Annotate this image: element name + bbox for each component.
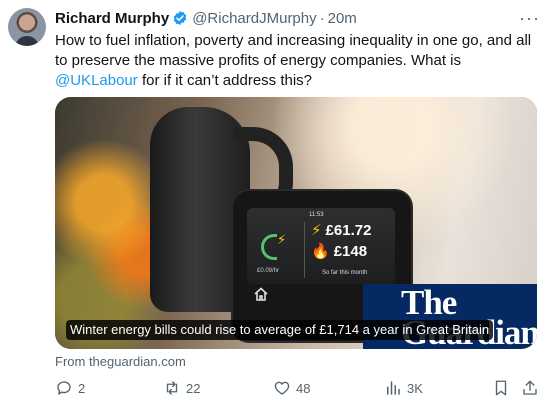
reply-count: 2 <box>78 380 86 396</box>
like-count: 48 <box>296 380 311 396</box>
screen-period: So far this month <box>322 270 368 276</box>
reply-icon <box>57 381 71 395</box>
views-button[interactable]: 3K <box>384 379 423 397</box>
views-count: 3K <box>407 380 423 396</box>
smart-meter-screen: 11:53 ⚡ £0.09/hr ⚡ £61.72 🔥 £148 So far th… <box>247 208 395 284</box>
share-button[interactable] <box>521 379 544 397</box>
bookmark-icon <box>495 380 507 396</box>
screen-gas-cost: £148 <box>333 243 368 260</box>
card-caption: Winter energy bills could rise to averag… <box>66 320 494 340</box>
repost-icon <box>166 381 178 395</box>
more-icon[interactable]: ··· <box>519 8 540 29</box>
electricity-icon: ⚡ <box>311 222 322 239</box>
tweet-header: Richard Murphy @RichardJMurphy · 20m ··· <box>55 8 540 28</box>
screen-time: 11:53 <box>309 212 324 218</box>
tweet-text-part: How to fuel inflation, poverty and incre… <box>55 32 532 69</box>
repost-count: 22 <box>186 380 201 396</box>
bookmark-button[interactable] <box>492 379 515 397</box>
separator-dot: · <box>319 9 325 27</box>
author-name[interactable]: Richard Murphy <box>55 10 169 27</box>
home-icon <box>254 287 268 301</box>
link-card[interactable]: 11:53 ⚡ £0.09/hr ⚡ £61.72 🔥 £148 So far th… <box>55 97 537 349</box>
meter-arc-icon <box>261 234 277 260</box>
mention-link[interactable]: @UKLabour <box>55 72 138 89</box>
screen-gas-row: 🔥 £148 <box>311 242 367 260</box>
avatar[interactable] <box>8 8 46 46</box>
views-icon <box>387 381 400 395</box>
repost-button[interactable]: 22 <box>163 379 200 397</box>
verified-badge-icon <box>173 11 187 25</box>
like-button[interactable]: 48 <box>273 379 310 397</box>
gas-flame-icon: 🔥 <box>311 243 330 260</box>
tweet-time[interactable]: 20m <box>328 10 357 27</box>
like-icon <box>274 381 290 395</box>
action-bar: 2 22 48 3K <box>55 379 540 399</box>
author-handle[interactable]: @RichardJMurphy <box>192 10 316 27</box>
tweet-text-part: for if it can’t address this? <box>137 72 313 89</box>
screen-electricity-row: ⚡ £61.72 <box>311 221 371 239</box>
screen-electricity-cost: £61.72 <box>325 222 372 239</box>
bolt-icon: ⚡ <box>277 232 287 247</box>
screen-rate: £0.09/hr <box>257 268 280 274</box>
tweet-text: How to fuel inflation, poverty and incre… <box>55 31 535 91</box>
card-source[interactable]: From theguardian.com <box>55 354 186 369</box>
share-icon <box>523 380 537 395</box>
reply-button[interactable]: 2 <box>55 379 85 397</box>
screen-divider <box>304 222 305 278</box>
